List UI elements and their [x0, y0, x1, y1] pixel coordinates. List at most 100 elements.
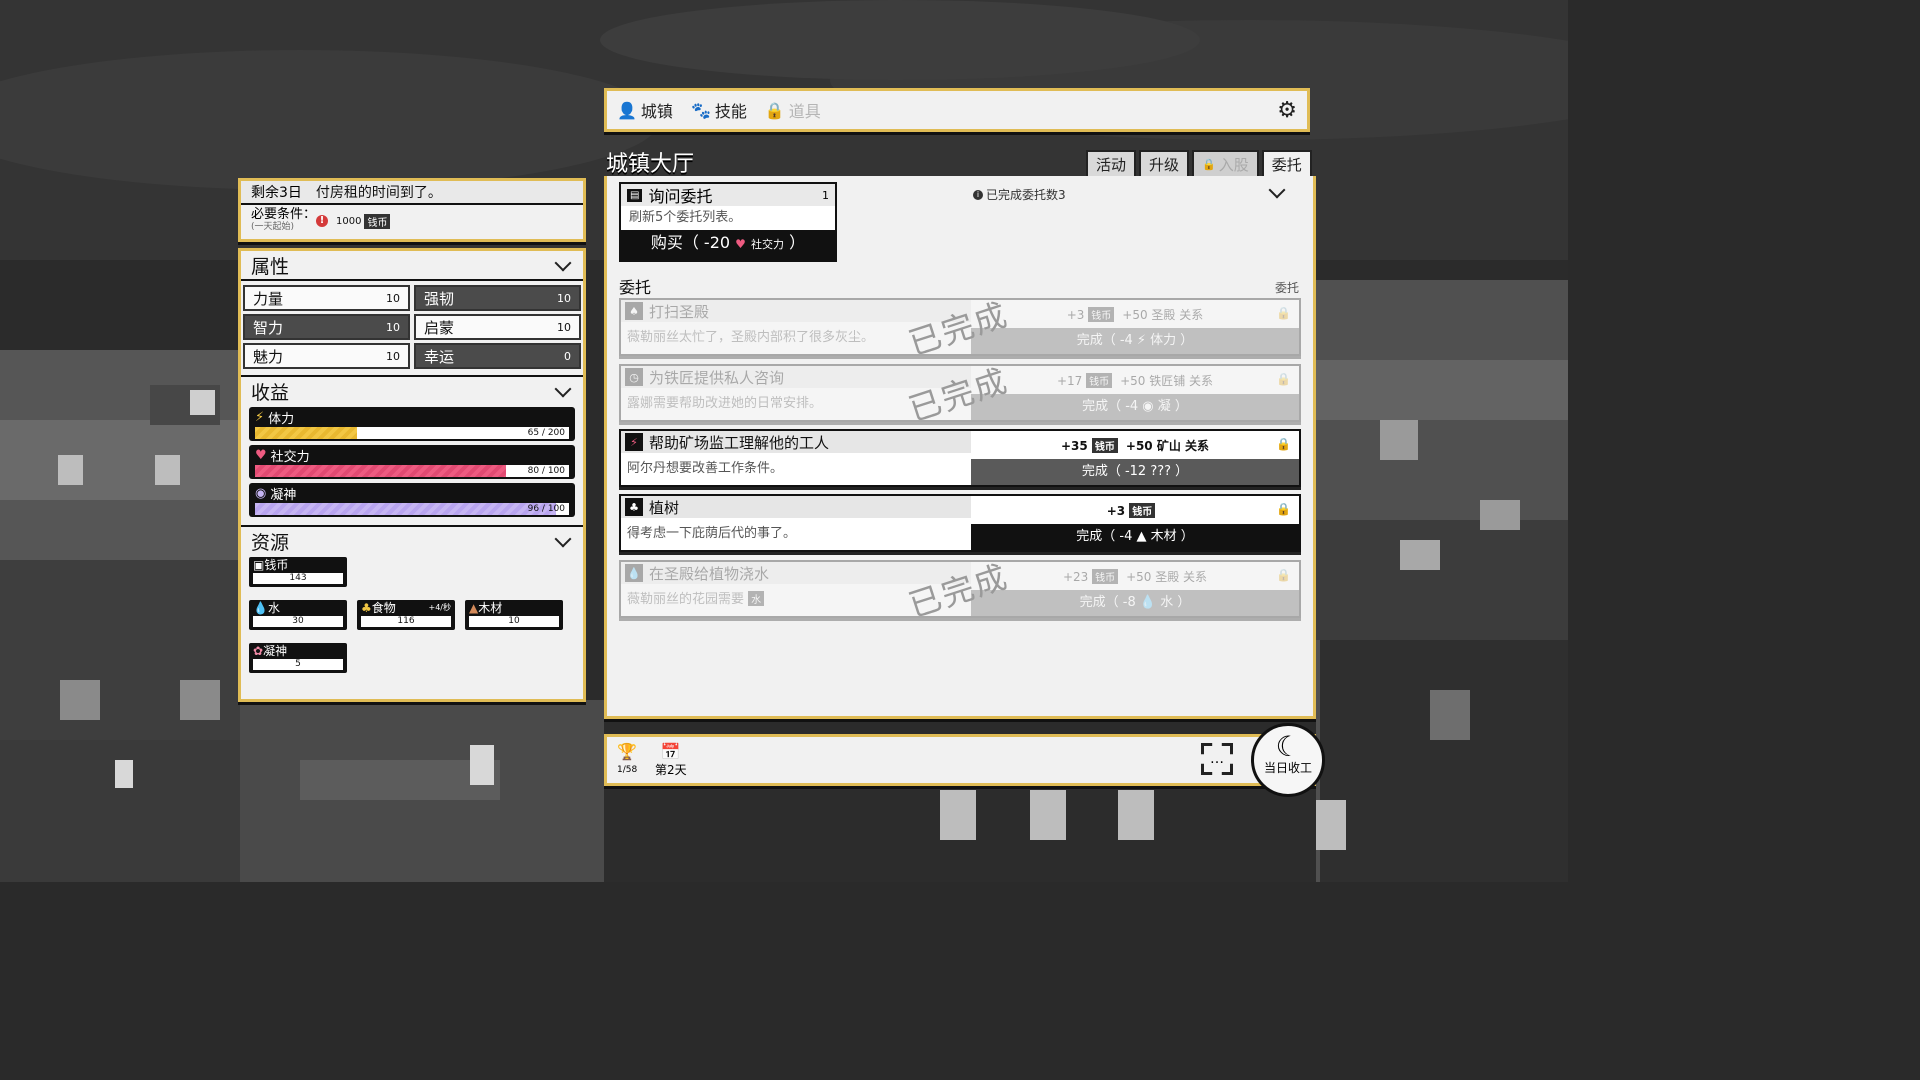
task-desc: 得考虑一下庇荫后代的事了。 — [627, 526, 797, 541]
attributes-grid: 力量 10 强韧 10 智力 10 启蒙 10 魅力 10 幸运 0 — [241, 279, 583, 375]
water-tag: 水 — [748, 591, 765, 606]
stats-panel: 属性 力量 10 强韧 10 智力 10 启蒙 10 魅力 10 幸运 0 收益 ⚡ 体力 6… — [238, 248, 586, 702]
buy-button[interactable]: 购买（ -20 ♥ 社交力 ） — [621, 230, 835, 256]
requirement-cost: 1000 钱币 — [332, 213, 394, 230]
requirement-amount: 1000 — [336, 215, 362, 227]
bar-label: 体力 — [268, 411, 295, 427]
commission-section-title: 委托 — [619, 278, 652, 297]
income-header[interactable]: 收益 — [241, 375, 583, 405]
more-dots-icon: … — [1210, 751, 1225, 767]
task-reward: +35 钱币 — [1061, 437, 1118, 453]
complete-button[interactable]: 完成（ -4 ◉ 凝 ） — [971, 394, 1299, 420]
income-title: 收益 — [251, 381, 290, 404]
chevron-down-icon[interactable] — [554, 530, 572, 548]
bar-fill — [255, 465, 507, 477]
requirement-label: 必要条件： (一天起始) — [251, 208, 316, 234]
completed-count: i 已完成委托数3 — [973, 186, 1066, 203]
attribute-value: 0 — [564, 349, 571, 363]
chevron-down-icon[interactable] — [554, 254, 572, 272]
resources-title: 资源 — [251, 531, 290, 554]
task-relation: +50 铁匠铺 关系 — [1120, 373, 1214, 388]
notice-message: 付房租的时间到了。 — [315, 185, 442, 201]
trophy-button[interactable]: 🏆 1/58 — [617, 743, 637, 779]
task-desc: 薇勒丽丝太忙了，圣殿内部积了很多灰尘。 — [627, 330, 875, 345]
resources-grid: ▣钱币 143 💧水 30 ♣食物 +4/秒 116 ▲木材 10 ✿凝神 5 — [241, 555, 583, 687]
lock-icon: 🔒 — [764, 100, 785, 120]
focus-bar: ◉ 凝神 96 / 100 — [249, 483, 575, 517]
coin-icon: ▣ — [253, 558, 265, 572]
lock-icon: 🔒 — [1202, 157, 1216, 171]
nav-tab-town[interactable]: 👤 城镇 — [617, 98, 673, 122]
tab-label: 入股 — [1218, 155, 1249, 174]
tab-commission[interactable]: 委托 — [1261, 150, 1312, 176]
attribute-enlightenment: 启蒙 10 — [414, 314, 581, 340]
end-day-button[interactable]: ☾ 当日收工 — [1251, 723, 1325, 797]
main-nav-bar: 👤 城镇 🐾 技能 🔒 道具 ⚙ — [604, 88, 1310, 132]
attribute-name: 强韧 — [424, 289, 455, 308]
trophy-icon: 🏆 — [617, 742, 638, 761]
attribute-value: 10 — [557, 320, 571, 334]
resources-header[interactable]: 资源 — [241, 525, 583, 555]
attributes-header[interactable]: 属性 — [241, 251, 583, 279]
bar-label: 社交力 — [270, 449, 310, 465]
task-card[interactable]: ⚡ 帮助矿场监工理解他的工人 阿尔丹想要改善工作条件。 +35 钱币 +50 矿山 关… — [619, 429, 1301, 487]
task-relation: +50 矿山 关系 — [1125, 438, 1210, 453]
complete-button[interactable]: 完成（ -4 ▲ 木材 ） — [971, 524, 1299, 550]
attribute-name: 智力 — [253, 318, 284, 337]
day-label: 第2天 — [655, 763, 687, 777]
complete-button[interactable]: 完成（ -4 ⚡ 体力 ） — [971, 328, 1299, 354]
resource-value: 116 — [361, 616, 451, 627]
attribute-value: 10 — [386, 349, 400, 363]
chevron-down-icon[interactable] — [1268, 181, 1286, 199]
stamina-bar: ⚡ 体力 65 / 200 — [249, 407, 575, 441]
task-desc: 阿尔丹想要改善工作条件。 — [627, 461, 784, 476]
trophy-count: 1/58 — [617, 765, 638, 775]
resource-coin: ▣钱币 143 — [249, 557, 347, 587]
task-card[interactable]: ◷ 为铁匠提供私人咨询 露娜需要帮助改进她的日常安排。 +17 钱币 +50 铁匠铺 … — [619, 364, 1301, 422]
reward-amount: +23 — [1062, 569, 1089, 584]
lock-icon[interactable]: 🔒 — [1276, 502, 1291, 516]
task-desc: 薇勒丽丝的花园需要 水 — [621, 584, 971, 611]
coin-icon: 钱币 — [1092, 568, 1119, 584]
chevron-down-icon[interactable] — [554, 380, 572, 398]
nav-tab-items[interactable]: 🔒 道具 — [765, 98, 821, 122]
task-reward: +3 钱币 — [1107, 502, 1156, 518]
broom-icon: ♠ — [625, 302, 643, 320]
lock-icon[interactable]: 🔒 — [1276, 306, 1291, 320]
focus-icon: ◉ — [255, 485, 267, 501]
gear-icon[interactable]: ⚙ — [1277, 98, 1297, 123]
info-icon: i — [973, 189, 983, 200]
water-drop-icon: 💧 — [253, 601, 268, 615]
attribute-luck: 幸运 0 — [414, 343, 581, 369]
water-drop-icon: 💧 — [625, 564, 643, 582]
task-title: 帮助矿场监工理解他的工人 — [649, 433, 830, 452]
paw-icon: 🐾 — [690, 100, 711, 120]
resource-wood: ▲木材 10 — [465, 600, 563, 630]
rent-notice-panel: 剩余3日 付房租的时间到了。 必要条件： (一天起始) ! 1000 钱币 — [238, 178, 586, 242]
lock-icon[interactable]: 🔒 — [1276, 437, 1291, 451]
buy-cost-name: 社交力 — [751, 238, 785, 251]
complete-button[interactable]: 完成（ -8 💧 水 ） — [971, 590, 1299, 616]
nav-tab-skills[interactable]: 🐾 技能 — [691, 98, 747, 122]
coin-icon: 钱币 — [1091, 437, 1118, 453]
tab-invest[interactable]: 🔒 入股 — [1192, 150, 1259, 176]
task-desc-text: 薇勒丽丝的花园需要 — [627, 592, 745, 607]
heart-icon: ♥ — [255, 447, 267, 463]
resource-food: ♣食物 +4/秒 116 — [357, 600, 455, 630]
tab-activities[interactable]: 活动 — [1086, 150, 1137, 176]
attributes-title: 属性 — [251, 255, 290, 278]
scroll-icon: ▤ — [627, 188, 643, 202]
lock-icon[interactable]: 🔒 — [1276, 372, 1291, 386]
hall-subtabs: 活动 升级 🔒 入股 委托 — [1086, 150, 1312, 176]
complete-button[interactable]: 完成（ -12 ??? ） — [971, 459, 1299, 485]
task-card[interactable]: ♣ 植树 得考虑一下庇荫后代的事了。 +3 钱币 🔒 完成（ -4 ▲ 木材 ） — [619, 494, 1301, 552]
income-bars: ⚡ 体力 65 / 200 ♥ 社交力 80 / 100 ◉ 凝神 96 / 100 — [241, 405, 583, 525]
task-card[interactable]: 💧 在圣殿给植物浇水 薇勒丽丝的花园需要 水 +23 钱币 +50 圣殿 关系 🔒 完成（… — [619, 560, 1301, 618]
task-card[interactable]: ♠ 打扫圣殿 薇勒丽丝太忙了，圣殿内部积了很多灰尘。 +3 钱币 +50 圣殿 关系 🔒… — [619, 298, 1301, 356]
tab-upgrade[interactable]: 升级 — [1139, 150, 1190, 176]
lock-icon[interactable]: 🔒 — [1276, 568, 1291, 582]
inquiry-title: 询问委托 — [648, 187, 713, 206]
coin-icon: 钱币 — [1088, 306, 1115, 322]
resource-water: 💧水 30 — [249, 600, 347, 630]
bar-fill — [255, 427, 358, 439]
